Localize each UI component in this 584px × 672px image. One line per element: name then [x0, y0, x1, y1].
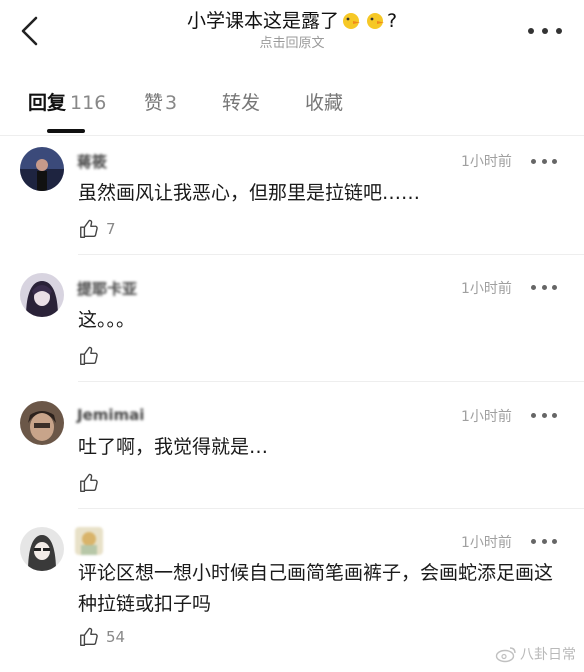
view-original-link[interactable]: 点击回原文: [90, 35, 494, 53]
active-tab-indicator: [47, 129, 85, 133]
thumbs-up-icon: [80, 627, 98, 646]
timestamp: 1小时前: [461, 409, 512, 425]
dot-icon: [531, 412, 536, 418]
weibo-logo-icon: [495, 647, 516, 663]
username[interactable]: 蒋筱: [77, 151, 107, 172]
tab-replies[interactable]: 回复 116: [28, 88, 106, 115]
like-count: 7: [106, 220, 116, 238]
dot-icon: [531, 158, 536, 164]
dot-icon: [528, 28, 534, 34]
avatar[interactable]: [20, 527, 64, 571]
comment-text: 吐了啊，我觉得就是…: [78, 436, 269, 458]
avatar[interactable]: [20, 401, 64, 445]
divider: [78, 381, 584, 382]
comment-text: 这。。。: [78, 309, 136, 331]
comment-more-button[interactable]: [531, 282, 557, 292]
like-count: 54: [106, 628, 126, 646]
dot-icon: [531, 538, 536, 544]
post-title-block[interactable]: 小学课本这是露了? 点击回原文: [90, 8, 494, 53]
dot-icon: [556, 28, 562, 34]
back-button[interactable]: [16, 14, 46, 48]
like-button[interactable]: 54: [78, 625, 125, 649]
dot-icon: [552, 284, 557, 290]
dot-icon: [541, 412, 547, 418]
username[interactable]: Jemimai: [77, 406, 144, 424]
chick-emoji-icon: [365, 10, 385, 30]
divider: [78, 254, 584, 255]
like-button[interactable]: [78, 344, 106, 368]
more-options-button[interactable]: [528, 22, 562, 40]
dot-icon: [541, 158, 547, 164]
chevron-left-icon: [21, 16, 38, 46]
dot-icon: [541, 538, 547, 544]
comment-text: 虽然画风让我恶心，但那里是拉链吧……: [78, 182, 421, 204]
divider: [0, 135, 584, 136]
avatar[interactable]: [20, 273, 64, 317]
comment-more-button[interactable]: [531, 156, 557, 166]
username[interactable]: 提耶卡亚: [77, 278, 137, 299]
thumbs-up-icon: [80, 346, 98, 365]
dot-icon: [541, 284, 547, 290]
tab-reposts[interactable]: 转发: [222, 88, 260, 115]
username-image[interactable]: [75, 527, 103, 555]
timestamp: 1小时前: [461, 154, 512, 170]
comment-more-button[interactable]: [531, 536, 557, 546]
dot-icon: [552, 538, 557, 544]
comment-more-button[interactable]: [531, 410, 557, 420]
tab-favorites[interactable]: 收藏: [305, 88, 343, 115]
post-title: 小学课本这是露了?: [186, 10, 398, 32]
timestamp: 1小时前: [461, 281, 512, 297]
watermark-text: 八卦日常: [520, 647, 576, 663]
like-button[interactable]: [78, 471, 106, 495]
dot-icon: [552, 412, 557, 418]
tab-likes[interactable]: 赞3: [144, 88, 177, 115]
tab-bar: 回复 116 赞3 转发 收藏: [0, 88, 584, 134]
comment-text: 评论区想一想小时候自己画简笔画裤子，会画蛇添足画这种拉链或扣子吗: [78, 562, 554, 615]
chick-emoji-icon: [341, 10, 361, 30]
avatar[interactable]: [20, 147, 64, 191]
top-bar: 小学课本这是露了? 点击回原文: [0, 0, 584, 62]
like-button[interactable]: 7: [78, 217, 116, 241]
divider: [78, 508, 584, 509]
timestamp: 1小时前: [461, 535, 512, 551]
dot-icon: [531, 284, 536, 290]
dot-icon: [542, 28, 548, 34]
dot-icon: [552, 158, 557, 164]
watermark: 八卦日常: [495, 644, 576, 664]
thumbs-up-icon: [80, 219, 98, 238]
thumbs-up-icon: [80, 473, 98, 492]
